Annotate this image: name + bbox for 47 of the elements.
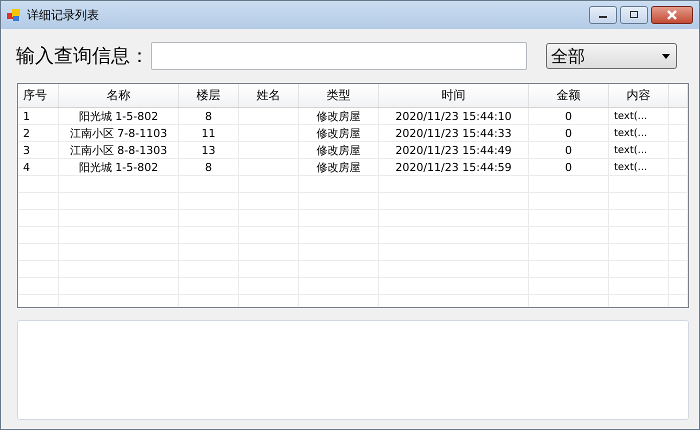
table-cell: 修改房屋 [316, 126, 360, 140]
table-cell: 2020/11/23 15:44:10 [395, 110, 512, 122]
table-cell: 11 [202, 126, 216, 140]
close-button[interactable] [651, 6, 693, 24]
table-cell: 8 [205, 160, 212, 174]
table-cell: text(... [614, 162, 648, 172]
maximize-button[interactable] [620, 6, 648, 24]
close-icon [666, 10, 678, 20]
table-cell: 0 [565, 110, 572, 122]
table-cell: 8 [205, 110, 212, 122]
table-cell: 4 [23, 160, 30, 174]
table-cell: 江南小区 8-8-1303 [70, 142, 168, 158]
column-header[interactable]: 序号 [18, 84, 59, 107]
table-cell: text(... [614, 128, 648, 138]
minimize-button[interactable] [589, 6, 617, 24]
filter-dropdown[interactable]: 全部 [546, 43, 677, 69]
table-cell: 2 [23, 126, 30, 140]
column-header[interactable]: 时间 [379, 84, 529, 107]
table-cell: 2020/11/23 15:44:49 [395, 144, 512, 156]
window-icon [7, 8, 21, 22]
table-cell: 修改房屋 [316, 108, 360, 124]
column-header[interactable]: 类型 [299, 84, 379, 107]
table-cell: 阳光城 1-5-802 [78, 108, 158, 124]
table-cell: 0 [565, 126, 572, 140]
table-cell: 阳光城 1-5-802 [78, 160, 158, 174]
table-cell: 1 [23, 110, 30, 122]
window-title: 详细记录列表 [27, 6, 99, 24]
table-cell: 0 [565, 144, 572, 156]
table-cell: 3 [23, 144, 30, 156]
search-label: 输入查询信息： [16, 44, 149, 69]
search-field[interactable] [151, 42, 527, 70]
table-cell: 修改房屋 [316, 142, 360, 158]
table-cell: text(... [614, 144, 648, 156]
dropdown-arrow-icon [662, 54, 670, 58]
table-cell: 江南小区 7-8-1103 [70, 126, 168, 140]
table-cell: text(... [614, 110, 648, 122]
table-cell: 0 [565, 160, 572, 174]
column-header[interactable]: 姓名 [239, 84, 299, 107]
column-header[interactable]: 内容 [609, 84, 669, 107]
maximize-icon [628, 11, 640, 19]
column-header[interactable]: 名称 [59, 84, 179, 107]
table-cell: 13 [202, 144, 216, 156]
column-header[interactable]: 金额 [529, 84, 609, 107]
column-header[interactable]: 楼层 [179, 84, 239, 107]
table-cell: 2020/11/23 15:44:33 [395, 126, 512, 140]
table-cell: 2020/11/23 15:44:59 [395, 160, 512, 174]
table-cell: 修改房屋 [316, 160, 360, 174]
